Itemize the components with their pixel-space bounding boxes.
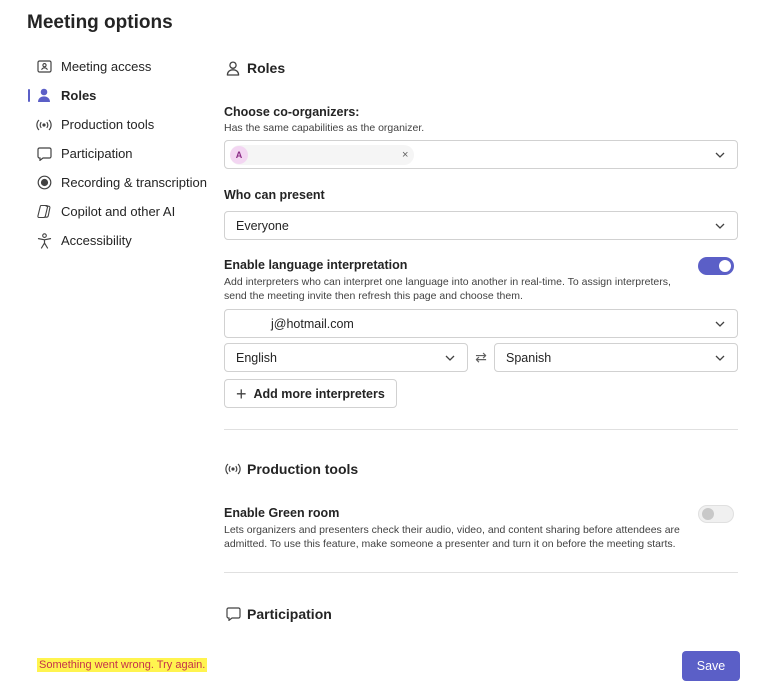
save-button[interactable]: Save bbox=[682, 651, 740, 681]
sidebar-item-label: Meeting access bbox=[61, 59, 152, 74]
language-pair-row: English ⇄ Spanish bbox=[224, 343, 738, 372]
plus-icon: + bbox=[236, 383, 247, 404]
main-content: Roles Choose co-organizers: Has the same… bbox=[224, 52, 738, 630]
roles-heading: Roles bbox=[224, 52, 738, 84]
sidebar-item-label: Production tools bbox=[61, 117, 155, 132]
sidebar-nav: Meeting access Roles Production tools Pa… bbox=[28, 52, 218, 255]
section-divider bbox=[224, 429, 738, 430]
interpretation-label: Enable language interpretation bbox=[224, 258, 408, 272]
add-interpreters-button[interactable]: + Add more interpreters bbox=[224, 379, 397, 408]
interpreter-dropdown[interactable]: j@hotmail.com bbox=[224, 309, 738, 338]
sidebar-item-label: Roles bbox=[61, 88, 97, 103]
chip-remove-icon[interactable]: × bbox=[402, 149, 408, 161]
coorganizers-picker[interactable]: A × bbox=[224, 140, 738, 169]
source-language-value: English bbox=[236, 350, 277, 365]
sidebar-item-copilot[interactable]: Copilot and other AI bbox=[28, 197, 218, 226]
chevron-down-icon bbox=[715, 223, 725, 229]
swap-arrows-icon[interactable]: ⇄ bbox=[468, 349, 494, 366]
section-title: Participation bbox=[247, 606, 332, 622]
presenters-group: Who can present Everyone bbox=[224, 188, 738, 240]
sidebar-item-roles[interactable]: Roles bbox=[28, 81, 218, 110]
target-language-dropdown[interactable]: Spanish bbox=[494, 343, 738, 372]
presenters-dropdown[interactable]: Everyone bbox=[224, 211, 738, 240]
sidebar-item-participation[interactable]: Participation bbox=[28, 139, 218, 168]
source-language-dropdown[interactable]: English bbox=[224, 343, 468, 372]
chat-icon bbox=[36, 146, 52, 162]
sidebar-item-accessibility[interactable]: Accessibility bbox=[28, 226, 218, 255]
chevron-down-icon bbox=[715, 152, 725, 158]
target-language-value: Spanish bbox=[506, 350, 552, 365]
sidebar-item-label: Accessibility bbox=[61, 233, 132, 248]
chevron-down-icon bbox=[715, 321, 725, 327]
green-room-group: Enable Green room Lets organizers and pr… bbox=[224, 505, 738, 551]
interpretation-toggle[interactable] bbox=[698, 257, 734, 275]
interpreter-value: j@hotmail.com bbox=[271, 316, 354, 331]
presenters-value: Everyone bbox=[236, 218, 289, 233]
coorganizers-group: Choose co-organizers: Has the same capab… bbox=[224, 105, 738, 169]
broadcast-icon bbox=[224, 460, 242, 478]
section-divider bbox=[224, 572, 738, 573]
participation-heading: Participation bbox=[224, 598, 738, 630]
coorganizers-help: Has the same capabilities as the organiz… bbox=[224, 122, 425, 134]
sidebar-item-label: Recording & transcription bbox=[61, 175, 207, 190]
coorganizer-chip: A × bbox=[230, 144, 415, 165]
chevron-down-icon bbox=[715, 355, 725, 361]
interpretation-help: Add interpreters who can interpret one l… bbox=[224, 276, 671, 302]
interpretation-group: Enable language interpretation Add inter… bbox=[224, 257, 738, 408]
copilot-icon bbox=[36, 204, 52, 220]
error-message: Something went wrong. Try again. bbox=[37, 658, 208, 672]
record-icon bbox=[36, 175, 52, 191]
button-label: Add more interpreters bbox=[253, 386, 385, 401]
green-room-help: Lets organizers and presenters check the… bbox=[224, 524, 680, 550]
coorganizers-label: Choose co-organizers: bbox=[224, 105, 360, 119]
id-card-icon bbox=[36, 59, 52, 75]
person-outline-icon bbox=[224, 59, 242, 77]
section-title: Roles bbox=[247, 60, 286, 76]
sidebar-item-meeting-access[interactable]: Meeting access bbox=[28, 52, 218, 81]
chat-icon bbox=[224, 605, 242, 623]
sidebar-item-label: Copilot and other AI bbox=[61, 204, 176, 219]
production-heading: Production tools bbox=[224, 453, 738, 485]
green-room-toggle[interactable] bbox=[698, 505, 734, 523]
active-indicator bbox=[28, 89, 30, 102]
person-icon bbox=[36, 88, 52, 104]
sidebar-item-recording[interactable]: Recording & transcription bbox=[28, 168, 218, 197]
chip-name-redacted bbox=[248, 149, 398, 161]
sidebar-item-production-tools[interactable]: Production tools bbox=[28, 110, 218, 139]
accessibility-icon bbox=[36, 232, 52, 249]
section-title: Production tools bbox=[247, 461, 359, 477]
page-title: Meeting options bbox=[27, 12, 173, 33]
presenters-label: Who can present bbox=[224, 188, 325, 202]
chevron-down-icon bbox=[445, 355, 455, 361]
broadcast-icon bbox=[36, 117, 52, 133]
sidebar-item-label: Participation bbox=[61, 146, 133, 161]
green-room-label: Enable Green room bbox=[224, 506, 340, 520]
avatar: A bbox=[230, 145, 248, 164]
